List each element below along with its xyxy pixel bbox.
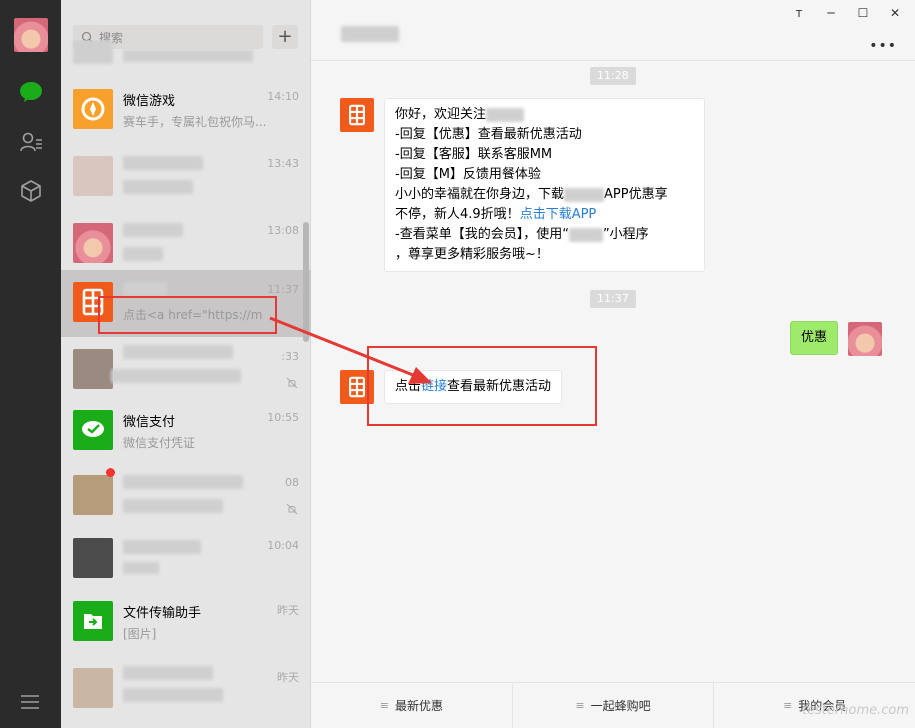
welcome-line: -回复【客服】联系客服MM — [395, 147, 553, 162]
cube-favorites-icon[interactable] — [18, 178, 44, 204]
list-item-time: 14:10 — [267, 90, 299, 103]
list-item[interactable]: 微信支付 微信支付凭证 10:55 — [61, 398, 311, 465]
group-avatar-icon — [73, 668, 113, 708]
baby-avatar-icon — [73, 223, 113, 263]
welcome-line: APP优惠享 — [604, 187, 668, 202]
chat-bubble-icon[interactable] — [18, 79, 44, 105]
list-item[interactable]: 08 — [61, 463, 311, 530]
welcome-line: 你好，欢迎关注 — [395, 107, 487, 122]
list-item[interactable]: 昨天 — [61, 656, 311, 723]
list-item-time: 昨天 — [277, 671, 299, 684]
menu-list-icon: ≡ — [575, 699, 585, 712]
nav-sidebar — [0, 0, 61, 728]
list-item[interactable] — [61, 40, 311, 68]
menu-list-icon: ≡ — [379, 699, 389, 712]
welcome-line: -回复【优惠】查看最新优惠活动 — [395, 127, 582, 142]
annotation-box-reply — [367, 346, 597, 426]
group-avatar-icon — [73, 156, 113, 196]
list-item[interactable]: 13:08 — [61, 211, 311, 278]
mute-bell-icon — [286, 377, 298, 389]
welcome-line: ”小程序 — [602, 227, 649, 242]
group-avatar-icon — [73, 475, 113, 515]
welcome-line: -回复【M】反馈用餐体验 — [395, 167, 541, 182]
unread-dot — [106, 468, 115, 477]
download-app-link[interactable]: 点击下载APP — [520, 207, 597, 222]
list-item-time: 08 — [285, 476, 299, 489]
welcome-line: 小小的幸福就在你身边，下载 — [395, 187, 565, 202]
my-avatar[interactable] — [848, 322, 882, 356]
file-transfer-icon — [73, 601, 113, 641]
list-item-time: 13:43 — [267, 157, 299, 170]
group-avatar-icon — [73, 349, 113, 389]
hamburger-menu-icon[interactable] — [19, 694, 41, 710]
list-item[interactable]: 10:04 — [61, 526, 311, 593]
menu-item-label: 一起蜂购吧 — [590, 699, 651, 713]
user-avatar[interactable] — [14, 18, 48, 52]
list-item-time: 11:37 — [267, 283, 299, 296]
list-item[interactable]: 微信游戏 赛车手，专属礼包祝你马... 14:10 — [61, 77, 311, 144]
list-item-title: 微信支付 — [123, 415, 176, 430]
welcome-line: -查看菜单【我的会员】，使用“ — [395, 227, 569, 242]
list-item[interactable]: 文件传输助手 [图片] 昨天 — [61, 589, 311, 656]
annotation-box-preview — [98, 296, 277, 334]
close-button[interactable]: ✕ — [887, 6, 903, 20]
list-item-time: 13:08 — [267, 224, 299, 237]
list-item[interactable]: 13:43 — [61, 144, 311, 211]
list-item-preview: 微信支付凭证 — [123, 436, 196, 450]
conversation-list: 搜索 + 微信游戏 赛车手，专属礼包祝你马... 14:10 13:43 13:… — [61, 0, 311, 728]
person-avatar-icon — [73, 538, 113, 578]
timestamp: 11:37 — [590, 290, 636, 308]
timestamp: 11:28 — [590, 67, 636, 85]
list-item[interactable]: :33 — [61, 337, 311, 404]
maximize-button[interactable]: ☐ — [855, 6, 871, 20]
more-options-icon[interactable]: ••• — [869, 38, 897, 54]
menu-item-label: 最新优惠 — [394, 699, 443, 713]
pin-icon[interactable]: ᴛ — [791, 6, 807, 20]
brand-logo-icon[interactable] — [340, 98, 374, 132]
list-item-title: 文件传输助手 — [123, 606, 202, 621]
wechat-window: 搜索 + 微信游戏 赛车手，专属礼包祝你马... 14:10 13:43 13:… — [0, 0, 915, 728]
wechat-pay-icon — [73, 410, 113, 450]
welcome-line: 不停，新人4.9折哦！ — [395, 207, 520, 222]
list-item-time: :33 — [281, 350, 299, 363]
menu-item-latest-offers[interactable]: ≡ 最新优惠 — [311, 683, 513, 728]
welcome-line: ，尊享更多精彩服务哦~！ — [395, 247, 549, 262]
chat-header: ᴛ ─ ☐ ✕ ••• — [311, 0, 915, 61]
contacts-icon[interactable] — [18, 129, 44, 155]
my-message-bubble[interactable]: 优惠 — [790, 321, 839, 355]
list-item-title: 微信游戏 — [123, 94, 176, 109]
game-icon — [73, 89, 113, 129]
list-item-preview: 赛车手，专属礼包祝你马... — [123, 115, 267, 129]
list-item-time: 昨天 — [277, 604, 299, 617]
list-item-time: 10:55 — [267, 411, 299, 424]
menu-list-icon: ≡ — [783, 699, 793, 712]
watermark: testerhome.com — [801, 703, 909, 718]
list-item-time: 10:04 — [267, 539, 299, 552]
welcome-message-bubble[interactable]: 你好，欢迎关注 -回复【优惠】查看最新优惠活动 -回复【客服】联系客服MM -回… — [384, 98, 705, 272]
menu-item-group-buy[interactable]: ≡ 一起蜂购吧 — [513, 683, 715, 728]
list-scrollbar[interactable] — [303, 222, 309, 342]
list-item-preview: [图片] — [123, 627, 157, 641]
mute-bell-icon — [286, 503, 298, 515]
minimize-button[interactable]: ─ — [823, 6, 839, 20]
